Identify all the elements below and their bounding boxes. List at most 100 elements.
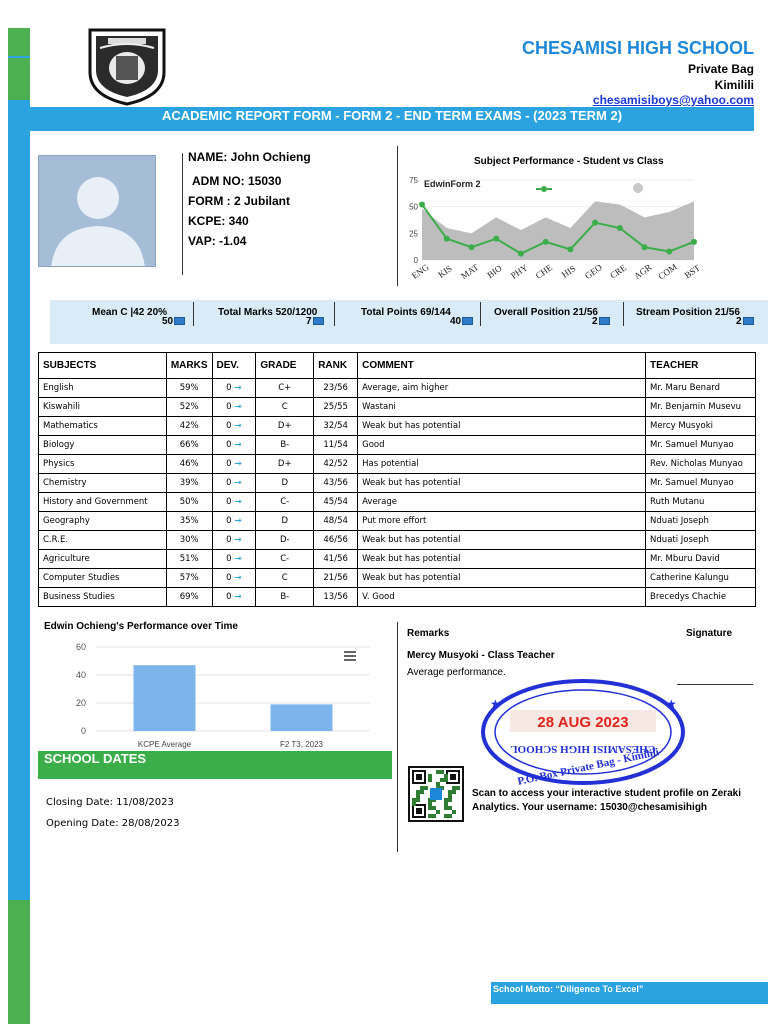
qr-finder [450, 774, 456, 780]
cell-text: 46% [179, 459, 199, 469]
school-email-link[interactable]: chesamisiboys@yahoo.com [593, 93, 754, 107]
qr-module [456, 786, 460, 790]
chart-menu-icon[interactable] [343, 649, 357, 661]
qr-module [448, 814, 452, 818]
table-row: C.R.E. 30% 0 → D- 46/56 Weak but has potentia… [38, 530, 756, 550]
cell-marks: 30% [165, 530, 213, 550]
cell-text: Physics [43, 459, 75, 469]
column-header: DEV. [211, 352, 257, 379]
cell-text: 35% [179, 516, 199, 526]
cell-teacher: Ruth Mutanu [645, 492, 756, 512]
qr-code[interactable] [408, 766, 464, 822]
student-name: NAME: John Ochieng [188, 150, 311, 164]
qr-module [416, 790, 420, 794]
cell-text: C+ [278, 383, 292, 393]
cell-marks: 69% [165, 587, 213, 607]
x-tick-label: KCPE Average [138, 740, 192, 749]
table-row: English 59% 0 → C+ 23/56 Average, aim higher M… [38, 378, 756, 398]
table-row: Computer Studies 57% 0 → C 21/56 Weak but has… [38, 568, 756, 588]
cell-teacher: Brecedys Chachie [645, 587, 756, 607]
y-tick-label: 20 [76, 698, 86, 708]
cell-grade: C+ [255, 378, 315, 398]
cell-dev: 0 → [211, 378, 257, 398]
qr-module [424, 786, 428, 790]
qr-finder [416, 774, 422, 780]
subject-chart-title: Subject Performance - Student vs Class [474, 156, 664, 167]
stat-value: 7 [306, 316, 324, 327]
report-title-banner: ACADEMIC REPORT FORM - FORM 2 - END TERM… [30, 107, 754, 131]
cell-text: English [43, 383, 74, 393]
left-accent-bar [8, 28, 30, 1024]
cell-text: History and Government [43, 497, 148, 507]
stamp-star-icon: ★ [666, 697, 677, 711]
cell-rank: 13/56 [313, 587, 359, 607]
cell-text: Mercy Musyoki [650, 421, 713, 431]
cell-text: Mr. Benjamin Musevu [650, 402, 742, 412]
cell-rank: 43/56 [313, 473, 359, 493]
cell-grade: D+ [255, 416, 315, 436]
cell-dev: 0 → [211, 416, 257, 436]
cell-text: 41/56 [323, 554, 348, 564]
x-tick-label: CRE [608, 262, 628, 281]
cell-teacher: Mr. Samuel Munyao [645, 435, 756, 455]
cell-text: C [281, 402, 288, 412]
qr-module [444, 806, 448, 810]
student-data-point [691, 238, 697, 245]
cell-comment: Weak but has potential [357, 416, 647, 436]
cell-text: 25/55 [323, 402, 348, 412]
cell-comment: V. Good [357, 587, 647, 607]
remarks-divider [397, 622, 398, 852]
column-header: GRADE [255, 352, 315, 379]
cell-comment: Weak but has potential [357, 530, 647, 550]
student-vap: VAP: -1.04 [188, 234, 247, 248]
cell-dev: 0 → [211, 568, 257, 588]
qr-module [444, 798, 448, 802]
stat-divider [334, 302, 335, 326]
x-tick-label: CHE [534, 262, 555, 281]
stamp-star-icon: ★ [490, 697, 501, 711]
table-row: Biology 66% 0 → B- 11/54 Good Mr. Samuel Munya… [38, 435, 756, 455]
cell-text: 42% [179, 421, 199, 431]
cell-subject: Computer Studies [38, 568, 167, 588]
cell-comment: Weak but has potential [357, 473, 647, 493]
cell-text: Nduati Joseph [650, 516, 709, 526]
cell-dev: 0 → [211, 435, 257, 455]
class-area-series [422, 201, 694, 260]
school-address-line1: Private Bag [687, 62, 754, 76]
x-tick-label: KIS [436, 263, 454, 280]
x-tick-label: GEO [583, 262, 604, 281]
cell-marks: 59% [165, 378, 213, 398]
qr-module [428, 774, 432, 778]
stat-value: 40 [450, 316, 474, 327]
class-teacher-name: Mercy Musyoki - Class Teacher [407, 650, 555, 661]
arrow-right-icon: → [231, 497, 242, 507]
cell-grade: C [255, 397, 315, 417]
cell-text: V. Good [362, 592, 395, 602]
cell-text: D+ [277, 421, 292, 431]
stat-value-text: 50 [162, 316, 174, 327]
cell-teacher: Mercy Musyoki [645, 416, 756, 436]
stat-badge-icon [742, 317, 754, 326]
cell-rank: 41/56 [313, 549, 359, 569]
cell-grade: D [255, 511, 315, 531]
qr-module [416, 798, 420, 802]
arrow-right-icon: → [231, 459, 242, 469]
cell-text: 45/54 [323, 497, 348, 507]
cell-text: D- [279, 535, 290, 545]
student-data-point [542, 238, 549, 245]
cell-text: Average [362, 497, 398, 507]
qr-module [440, 770, 444, 774]
stat-label: Overall Position 21/56 [494, 307, 598, 318]
cell-text: Business Studies [43, 592, 115, 602]
stat-value-text: 7 [306, 316, 312, 327]
cell-grade: B- [255, 435, 315, 455]
cell-grade: C- [255, 549, 315, 569]
cell-rank: 42/52 [313, 454, 359, 474]
qr-module [452, 790, 456, 794]
cell-dev: 0 → [211, 492, 257, 512]
stat-divider [480, 302, 481, 326]
arrow-right-icon: → [231, 402, 242, 412]
cell-dev: 0 → [211, 454, 257, 474]
stat-value-text: 2 [592, 316, 598, 327]
table-row: Kiswahili 52% 0 → C 25/55 Wastani Mr. Benjamin… [38, 397, 756, 417]
